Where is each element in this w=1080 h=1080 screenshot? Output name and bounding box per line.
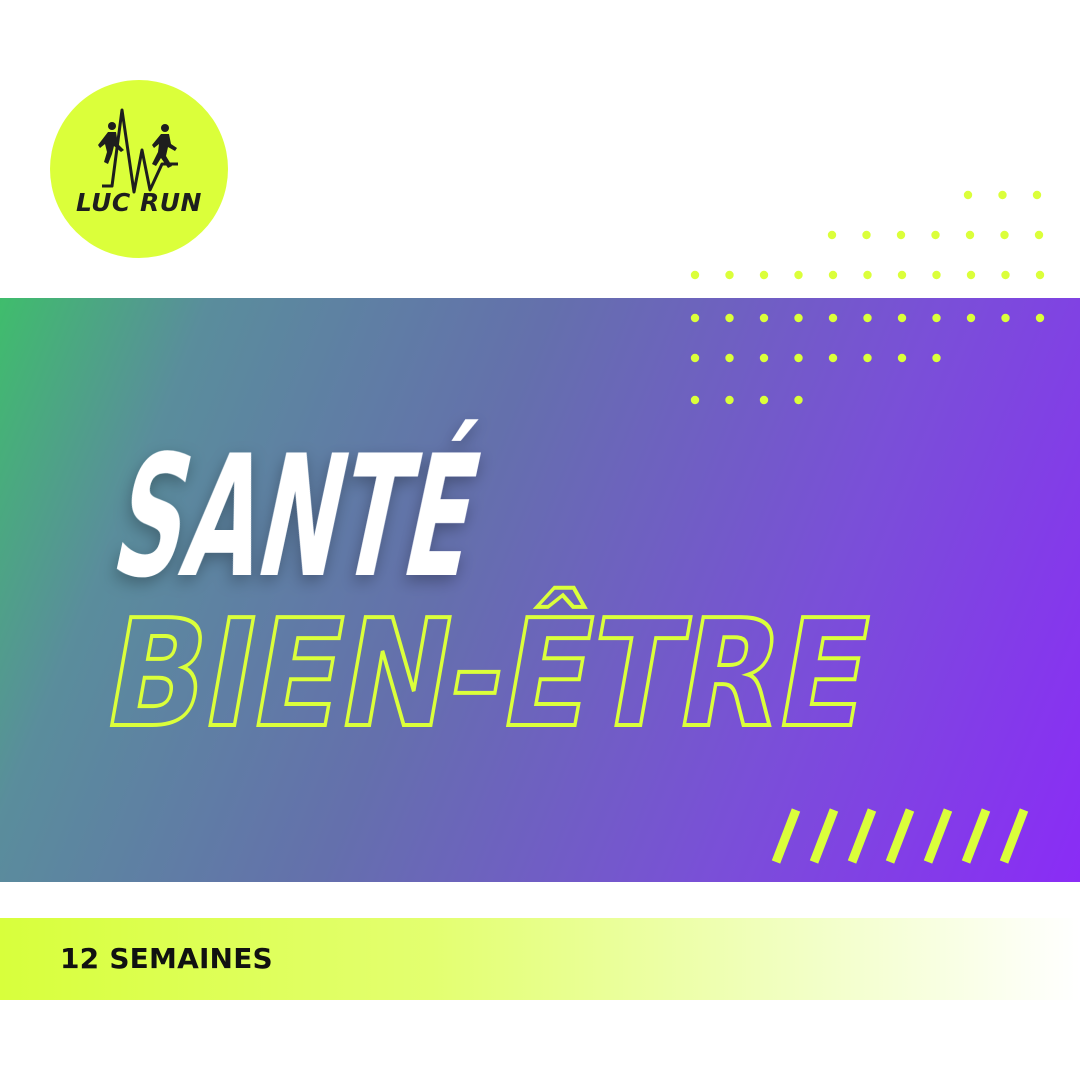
decor-slash bbox=[961, 808, 991, 864]
slash-decoration bbox=[771, 808, 1029, 864]
decor-slash bbox=[999, 808, 1029, 864]
decor-slash bbox=[809, 808, 839, 864]
decor-slash bbox=[923, 808, 953, 864]
duration-label: 12 SEMAINES bbox=[60, 942, 273, 975]
decor-slash bbox=[771, 808, 801, 864]
decor-slash bbox=[847, 808, 877, 864]
duration-bar: 12 SEMAINES bbox=[0, 918, 1080, 1000]
title-bien-etre: BIEN-ÊTRE bbox=[94, 587, 885, 761]
title-sante: SANTÉ bbox=[99, 419, 496, 616]
decor-slash bbox=[885, 808, 915, 864]
